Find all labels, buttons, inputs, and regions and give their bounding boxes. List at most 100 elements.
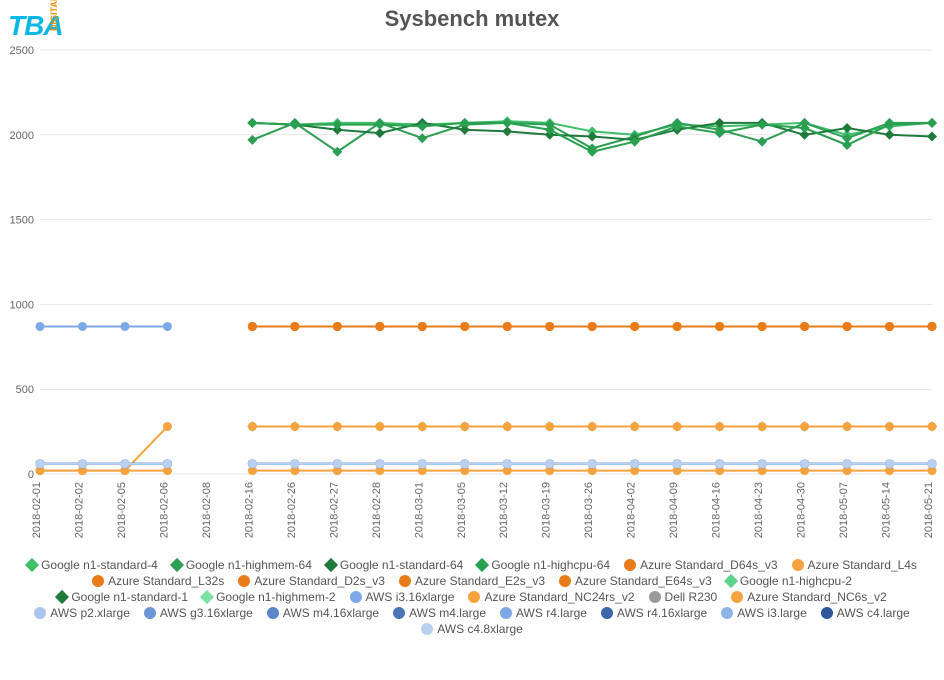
legend-item: Google n1-highcpu-2 [726, 574, 852, 588]
circle-swatch-icon [792, 559, 804, 571]
circle-swatch-icon [34, 607, 46, 619]
circle-swatch-icon [821, 607, 833, 619]
circle-swatch-icon [238, 575, 250, 587]
legend-label: Azure Standard_E2s_v3 [415, 574, 545, 588]
logo-sub: DIGITAL [49, 0, 59, 31]
legend-label: AWS i3.16xlarge [366, 590, 455, 604]
legend-item: AWS i3.16xlarge [350, 590, 455, 604]
svg-text:0: 0 [28, 469, 34, 481]
legend-label: Azure Standard_D64s_v3 [640, 558, 777, 572]
legend-item: Google n1-standard-4 [27, 558, 158, 572]
svg-text:2018-02-08: 2018-02-08 [201, 482, 213, 538]
svg-text:2018-03-12: 2018-03-12 [498, 482, 510, 538]
diamond-swatch-icon [200, 590, 214, 604]
svg-text:2018-02-27: 2018-02-27 [328, 482, 340, 538]
line-chart-svg: 050010001500200025002018-02-012018-02-02… [0, 44, 944, 554]
legend-item: Azure Standard_L4s [792, 558, 917, 572]
legend-item: AWS r4.16xlarge [601, 606, 707, 620]
legend-label: Google n1-standard-1 [71, 590, 188, 604]
legend-label: AWS m4.large [409, 606, 486, 620]
legend-item: Google n1-standard-64 [326, 558, 463, 572]
svg-text:2018-04-23: 2018-04-23 [753, 482, 765, 538]
legend-label: AWS m4.16xlarge [283, 606, 379, 620]
legend-label: AWS c4.large [837, 606, 910, 620]
legend-label: AWS g3.16xlarge [160, 606, 253, 620]
circle-swatch-icon [267, 607, 279, 619]
circle-swatch-icon [559, 575, 571, 587]
circle-swatch-icon [721, 607, 733, 619]
legend-label: Google n1-standard-64 [340, 558, 463, 572]
legend-label: Dell R230 [665, 590, 718, 604]
legend-label: AWS c4.8xlarge [437, 622, 523, 636]
svg-text:2018-02-06: 2018-02-06 [158, 482, 170, 538]
legend: Google n1-standard-4 Google n1-highmem-64… [20, 558, 924, 636]
svg-text:2018-04-30: 2018-04-30 [796, 482, 808, 538]
legend-item: Google n1-standard-1 [57, 590, 188, 604]
legend-item: Google n1-highmem-64 [172, 558, 312, 572]
legend-item: AWS i3.large [721, 606, 807, 620]
legend-item: AWS m4.large [393, 606, 486, 620]
chart-title: Sysbench mutex [0, 6, 944, 32]
legend-item: Azure Standard_E64s_v3 [559, 574, 712, 588]
legend-item: Azure Standard_NC6s_v2 [731, 590, 886, 604]
legend-item: AWS c4.large [821, 606, 910, 620]
legend-label: Azure Standard_E64s_v3 [575, 574, 712, 588]
circle-swatch-icon [500, 607, 512, 619]
legend-label: Google n1-highcpu-64 [491, 558, 610, 572]
legend-item: AWS r4.large [500, 606, 587, 620]
legend-item: AWS c4.8xlarge [421, 622, 523, 636]
legend-label: Google n1-highmem-2 [216, 590, 335, 604]
diamond-swatch-icon [724, 574, 738, 588]
circle-swatch-icon [421, 623, 433, 635]
circle-swatch-icon [144, 607, 156, 619]
legend-label: AWS r4.16xlarge [617, 606, 707, 620]
svg-text:1500: 1500 [10, 215, 34, 227]
legend-item: AWS g3.16xlarge [144, 606, 253, 620]
legend-label: Google n1-standard-4 [41, 558, 158, 572]
legend-item: Azure Standard_NC24rs_v2 [468, 590, 634, 604]
legend-label: AWS p2.xlarge [50, 606, 130, 620]
legend-label: AWS r4.large [516, 606, 587, 620]
legend-item: AWS m4.16xlarge [267, 606, 379, 620]
legend-item: Google n1-highmem-2 [202, 590, 335, 604]
svg-text:2018-05-07: 2018-05-07 [838, 482, 850, 538]
svg-text:2018-03-05: 2018-03-05 [456, 482, 468, 538]
circle-swatch-icon [601, 607, 613, 619]
legend-label: Azure Standard_D2s_v3 [254, 574, 385, 588]
svg-text:2500: 2500 [10, 45, 34, 57]
circle-swatch-icon [399, 575, 411, 587]
legend-item: Google n1-highcpu-64 [477, 558, 610, 572]
svg-text:500: 500 [16, 384, 34, 396]
legend-label: Azure Standard_NC6s_v2 [747, 590, 886, 604]
svg-text:2018-04-09: 2018-04-09 [668, 482, 680, 538]
svg-text:2018-02-05: 2018-02-05 [116, 482, 128, 538]
chart-area: 050010001500200025002018-02-012018-02-02… [0, 44, 944, 554]
diamond-swatch-icon [170, 558, 184, 572]
svg-text:2018-02-01: 2018-02-01 [31, 482, 43, 538]
circle-swatch-icon [92, 575, 104, 587]
diamond-swatch-icon [25, 558, 39, 572]
legend-label: Google n1-highcpu-2 [740, 574, 852, 588]
circle-swatch-icon [468, 591, 480, 603]
legend-item: Azure Standard_E2s_v3 [399, 574, 545, 588]
legend-label: Azure Standard_NC24rs_v2 [484, 590, 634, 604]
circle-swatch-icon [731, 591, 743, 603]
svg-text:2018-05-14: 2018-05-14 [881, 482, 893, 538]
svg-text:2018-03-01: 2018-03-01 [413, 482, 425, 538]
circle-swatch-icon [624, 559, 636, 571]
svg-text:2000: 2000 [10, 130, 34, 142]
circle-swatch-icon [350, 591, 362, 603]
svg-text:2018-04-16: 2018-04-16 [711, 482, 723, 538]
legend-label: Azure Standard_L4s [808, 558, 917, 572]
legend-label: AWS i3.large [737, 606, 807, 620]
legend-label: Google n1-highmem-64 [186, 558, 312, 572]
legend-item: Dell R230 [649, 590, 718, 604]
diamond-swatch-icon [55, 590, 69, 604]
legend-item: Azure Standard_D2s_v3 [238, 574, 385, 588]
svg-text:2018-02-26: 2018-02-26 [286, 482, 298, 538]
svg-text:2018-02-28: 2018-02-28 [371, 482, 383, 538]
svg-text:2018-04-02: 2018-04-02 [626, 482, 638, 538]
diamond-swatch-icon [475, 558, 489, 572]
circle-swatch-icon [393, 607, 405, 619]
svg-text:1000: 1000 [10, 299, 34, 311]
